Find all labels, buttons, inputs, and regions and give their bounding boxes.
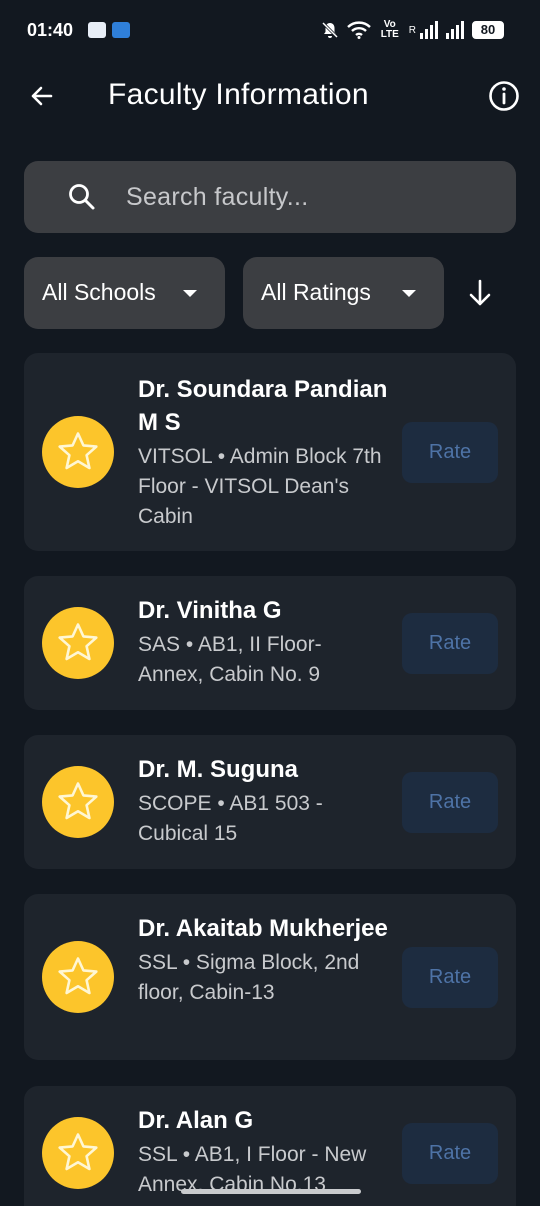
bell-muted-icon	[321, 21, 338, 39]
search-icon	[69, 184, 95, 210]
faculty-card[interactable]: Dr. Soundara Pandian M S VITSOL • Admin …	[24, 353, 516, 551]
faculty-location: SAS • AB1, II Floor- Annex, Cabin No. 9	[138, 633, 322, 686]
wifi-icon	[346, 21, 371, 39]
page-title: Faculty Information	[108, 78, 369, 111]
star-icon	[58, 957, 98, 995]
star-icon	[58, 1133, 98, 1171]
rate-button[interactable]: Rate	[402, 1123, 498, 1184]
school-filter-label: All Schools	[42, 279, 156, 305]
faculty-info: Dr. Vinitha G SAS • AB1, II Floor- Annex…	[138, 594, 390, 690]
faculty-card[interactable]: Dr. M. Suguna SCOPE • AB1 503 - Cubical …	[24, 735, 516, 869]
faculty-name: Dr. Soundara Pandian M S	[138, 376, 388, 436]
star-icon	[58, 782, 98, 820]
rating-filter-label: All Ratings	[261, 279, 371, 305]
faculty-name: Dr. Vinitha G	[138, 597, 282, 624]
notification-app-icon	[88, 22, 106, 38]
rate-button[interactable]: Rate	[402, 772, 498, 833]
faculty-location: SCOPE • AB1 503 - Cubical 15	[138, 792, 323, 845]
status-time: 01:40	[27, 20, 74, 40]
faculty-location: SSL • Sigma Block, 2nd floor, Cabin-13	[138, 951, 360, 1004]
search-bar[interactable]	[24, 161, 516, 233]
app-header: Faculty Information	[0, 66, 540, 126]
caret-down-icon	[402, 290, 416, 297]
rate-button[interactable]: Rate	[402, 613, 498, 674]
faculty-card[interactable]: Dr. Akaitab Mukherjee SSL • Sigma Block,…	[24, 894, 516, 1060]
battery-icon: 80	[472, 21, 504, 39]
faculty-info: Dr. Akaitab Mukherjee SSL • Sigma Block,…	[138, 912, 390, 1008]
faculty-name: Dr. M. Suguna	[138, 756, 299, 783]
avatar	[42, 607, 114, 679]
signal-icon	[420, 21, 438, 39]
faculty-name: Dr. Alan G	[138, 1107, 254, 1134]
rate-button[interactable]: Rate	[402, 422, 498, 483]
search-input[interactable]	[126, 161, 506, 233]
rating-filter-dropdown[interactable]: All Ratings	[243, 257, 444, 329]
home-indicator[interactable]	[181, 1189, 361, 1194]
status-bar: 01:40 Vo LTE R 80	[0, 0, 540, 60]
notification-app-icon-2	[112, 22, 130, 38]
avatar	[42, 766, 114, 838]
avatar	[42, 1117, 114, 1189]
avatar	[42, 941, 114, 1013]
faculty-screen: 01:40 Vo LTE R 80 Faculty Information Se…	[0, 0, 540, 1206]
faculty-card[interactable]: Dr. Alan G SSL • AB1, I Floor - New Anne…	[24, 1086, 516, 1206]
star-icon	[58, 432, 98, 470]
avatar	[42, 416, 114, 488]
volte-indicator: Vo LTE	[380, 19, 399, 40]
faculty-name: Dr. Akaitab Mukherjee	[138, 915, 388, 942]
caret-down-icon	[183, 290, 197, 297]
arrow-down-icon[interactable]	[462, 275, 498, 311]
status-icons: Vo LTE R 80	[321, 18, 504, 42]
faculty-info: Dr. Soundara Pandian M S VITSOL • Admin …	[138, 373, 390, 532]
roaming-indicator: R	[408, 24, 416, 36]
faculty-info: Dr. Alan G SSL • AB1, I Floor - New Anne…	[138, 1104, 390, 1200]
school-filter-dropdown[interactable]: All Schools	[24, 257, 225, 329]
star-icon	[58, 623, 98, 661]
faculty-card[interactable]: Dr. Vinitha G SAS • AB1, II Floor- Annex…	[24, 576, 516, 710]
arrow-left-icon[interactable]	[22, 76, 62, 116]
signal-icon-2	[446, 21, 464, 39]
info-icon[interactable]	[486, 78, 522, 114]
faculty-info: Dr. M. Suguna SCOPE • AB1 503 - Cubical …	[138, 753, 390, 849]
faculty-location: VITSOL • Admin Block 7th Floor - VITSOL …	[138, 445, 382, 528]
rate-button[interactable]: Rate	[402, 947, 498, 1008]
